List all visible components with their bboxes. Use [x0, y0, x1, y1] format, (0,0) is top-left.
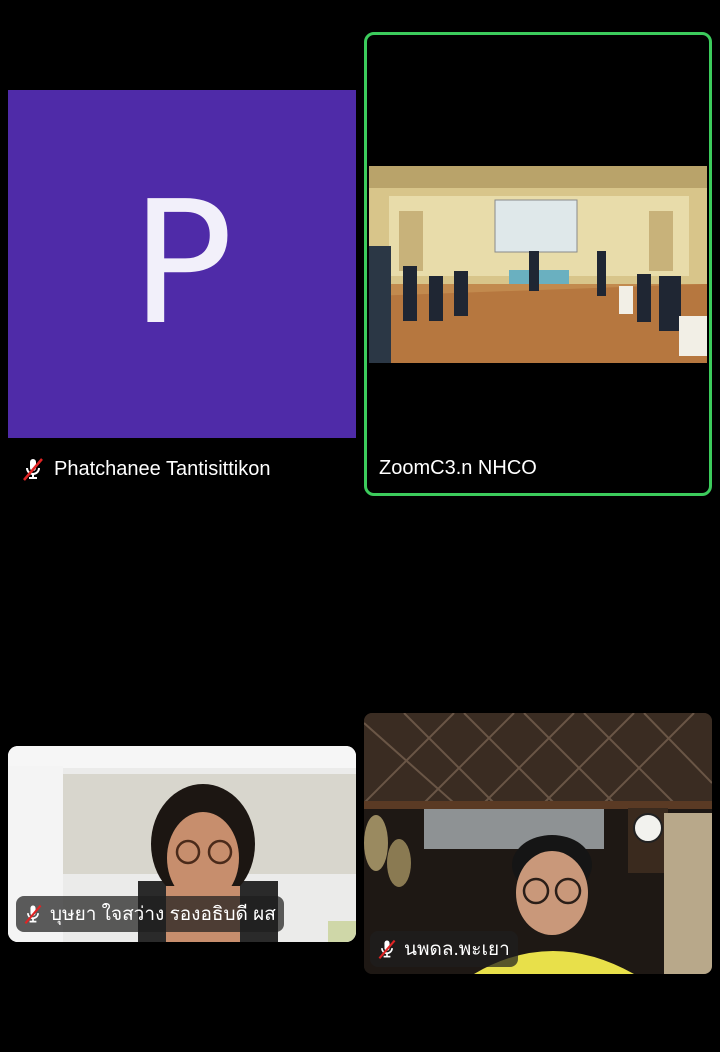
participant-name: Phatchanee Tantisittikon — [54, 457, 271, 480]
participant-name: นพดล.พะเยา — [404, 939, 510, 960]
participant-tile-noppadon[interactable]: นพดล.พะเยา — [364, 713, 712, 974]
mic-off-icon — [24, 904, 42, 924]
mic-off-icon — [23, 458, 43, 481]
participant-tile-phatchanee[interactable]: P — [8, 90, 356, 438]
participant-name: ZoomC3.n NHCO — [379, 457, 537, 479]
conference-room-video — [369, 166, 707, 363]
participant-tile-zoomc3[interactable]: ZoomC3.n NHCO — [364, 32, 712, 496]
mic-off-icon — [378, 939, 396, 959]
participant-name-row: Phatchanee Tantisittikon — [20, 456, 270, 482]
participant-name-row: ZoomC3.n NHCO — [379, 457, 537, 480]
avatar-initial: P — [130, 165, 234, 363]
participant-name-pill: นพดล.พะเยา — [370, 931, 518, 967]
participant-name: บุษยา ใจสว่าง รองอธิบดี ผส — [50, 904, 276, 925]
participant-name-pill: บุษยา ใจสว่าง รองอธิบดี ผส — [16, 896, 284, 932]
participant-tile-busaya[interactable]: บุษยา ใจสว่าง รองอธิบดี ผส — [8, 746, 356, 942]
